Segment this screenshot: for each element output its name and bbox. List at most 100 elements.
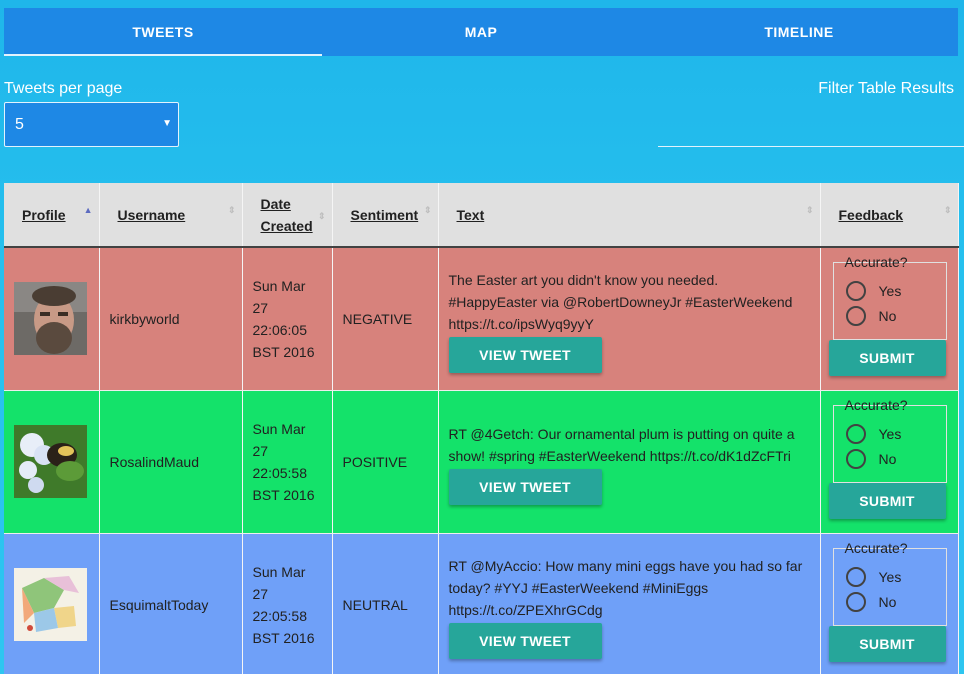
radio-yes[interactable]: Yes — [834, 279, 946, 304]
radio-circle-icon[interactable] — [845, 306, 866, 327]
sentiment-cell: NEGATIVE — [332, 247, 439, 391]
date-cell: Sun Mar 27 22:06:05 BST 2016 — [242, 247, 333, 391]
column-header-text-label: Text — [456, 206, 485, 223]
tab-bar: TWEETS MAP TIMELINE — [4, 8, 958, 56]
radio-no[interactable]: No — [834, 304, 946, 329]
sort-asc-icon: ▲ — [83, 205, 93, 215]
profile-cell — [4, 533, 100, 674]
feedback-cell: Accurate? Yes No SUBMIT — [820, 390, 959, 534]
filter-table-input[interactable] — [658, 146, 964, 147]
tab-map[interactable]: MAP — [322, 8, 640, 56]
date-line: 27 — [252, 585, 269, 602]
sort-icon: ⇕ — [317, 211, 326, 221]
column-header-feedback-label: Feedback — [838, 206, 904, 223]
radio-no-label: No — [878, 451, 897, 467]
column-header-sentiment-label: Sentiment — [350, 206, 419, 223]
column-header-text[interactable]: Text ⇕ — [438, 183, 821, 248]
radio-circle-icon[interactable] — [845, 592, 866, 612]
accuracy-fieldset: Accurate? Yes No — [832, 397, 947, 483]
username-cell: EsquimaltToday — [99, 533, 243, 674]
column-header-date[interactable]: Date Created ⇕ — [242, 183, 333, 248]
text-cell: RT @MyAccio: How many mini eggs have you… — [438, 533, 821, 674]
date-line: 22:06:05 — [252, 321, 308, 338]
sort-icon: ⇕ — [943, 205, 952, 215]
submit-button[interactable]: SUBMIT — [828, 625, 946, 662]
column-header-sentiment[interactable]: Sentiment ⇕ — [332, 183, 439, 248]
sort-icon: ⇕ — [227, 205, 236, 215]
view-tweet-button[interactable]: VIEW TWEET — [448, 622, 602, 659]
username-cell: kirkbyworld — [99, 247, 243, 391]
radio-circle-icon[interactable] — [845, 449, 866, 469]
date-line: Sun Mar — [252, 563, 306, 580]
tweets-per-page-value: 5 — [15, 115, 24, 133]
radio-circle-icon[interactable] — [845, 424, 866, 444]
radio-circle-icon[interactable] — [845, 567, 866, 587]
radio-no-label: No — [878, 308, 897, 325]
profile-avatar — [14, 425, 87, 498]
column-header-username[interactable]: Username ⇕ — [99, 183, 243, 248]
sentiment-cell: NEUTRAL — [332, 533, 439, 674]
accuracy-legend: Accurate? — [844, 253, 908, 270]
column-header-date-label-2: Created — [260, 217, 313, 234]
date-line: BST 2016 — [252, 629, 315, 646]
date-line: BST 2016 — [252, 343, 315, 360]
view-tweet-button[interactable]: VIEW TWEET — [448, 468, 602, 505]
tweet-text: RT @MyAccio: How many mini eggs have you… — [448, 557, 803, 618]
date-line: 27 — [252, 442, 269, 459]
profile-cell — [4, 247, 100, 391]
column-header-date-label-1: Date — [260, 195, 291, 212]
table-row: RosalindMaud Sun Mar 27 22:05:58 BST 201… — [4, 390, 959, 534]
table-row: EsquimaltToday Sun Mar 27 22:05:58 BST 2… — [4, 533, 959, 674]
tweet-text: The Easter art you didn't know you neede… — [448, 271, 793, 332]
sort-icon: ⇕ — [805, 205, 814, 215]
date-cell: Sun Mar 27 22:05:58 BST 2016 — [242, 390, 333, 534]
tab-tweets[interactable]: TWEETS — [4, 8, 322, 56]
column-header-username-label: Username — [117, 206, 186, 223]
accuracy-legend: Accurate? — [844, 539, 908, 556]
text-cell: RT @4Getch: Our ornamental plum is putti… — [438, 390, 821, 534]
date-line: BST 2016 — [252, 486, 315, 503]
tab-timeline[interactable]: TIMELINE — [640, 8, 958, 56]
radio-no[interactable]: No — [834, 590, 946, 615]
profile-avatar — [14, 568, 87, 641]
tweets-table: Profile ▲ Username ⇕ Date Created ⇕ Sentimen… — [4, 183, 959, 674]
sentiment-cell: POSITIVE — [332, 390, 439, 534]
sort-icon: ⇕ — [423, 205, 432, 215]
date-line: 22:05:58 — [252, 464, 308, 481]
column-header-profile[interactable]: Profile ▲ — [4, 183, 100, 248]
column-header-profile-label: Profile — [22, 206, 66, 223]
table-row: kirkbyworld Sun Mar 27 22:06:05 BST 2016… — [4, 247, 959, 391]
date-cell: Sun Mar 27 22:05:58 BST 2016 — [242, 533, 333, 674]
submit-button[interactable]: SUBMIT — [828, 482, 946, 519]
column-header-feedback[interactable]: Feedback ⇕ — [820, 183, 959, 248]
date-line: Sun Mar — [252, 420, 306, 437]
radio-circle-icon[interactable] — [845, 281, 866, 302]
date-line: Sun Mar — [252, 277, 306, 294]
radio-yes[interactable]: Yes — [834, 565, 946, 590]
profile-cell — [4, 390, 100, 534]
feedback-cell: Accurate? Yes No SUBMIT — [820, 247, 959, 391]
view-tweet-button[interactable]: VIEW TWEET — [448, 336, 602, 373]
date-line: 27 — [252, 299, 269, 316]
profile-avatar — [14, 282, 87, 356]
accuracy-fieldset: Accurate? Yes No — [832, 254, 947, 340]
tweets-per-page-label: Tweets per page — [4, 80, 123, 97]
radio-yes[interactable]: Yes — [834, 422, 946, 447]
tab-tweets-label: TWEETS — [132, 24, 194, 40]
radio-no[interactable]: No — [834, 447, 946, 472]
accuracy-fieldset: Accurate? Yes No — [832, 540, 947, 626]
tweet-text: RT @4Getch: Our ornamental plum is putti… — [448, 425, 795, 464]
accuracy-legend: Accurate? — [844, 396, 908, 413]
radio-no-label: No — [878, 594, 897, 610]
tweets-per-page-select[interactable]: 5 ▼ — [4, 102, 179, 147]
filter-table-label: Filter Table Results — [818, 80, 954, 97]
radio-yes-label: Yes — [878, 283, 902, 300]
tab-timeline-label: TIMELINE — [764, 24, 834, 40]
date-line: 22:05:58 — [252, 607, 308, 624]
feedback-cell: Accurate? Yes No SUBMIT — [820, 533, 959, 674]
dropdown-caret-icon: ▼ — [162, 118, 172, 129]
submit-button[interactable]: SUBMIT — [828, 339, 946, 376]
tab-map-label: MAP — [464, 24, 498, 40]
radio-yes-label: Yes — [878, 426, 902, 442]
text-cell: The Easter art you didn't know you neede… — [438, 247, 821, 391]
